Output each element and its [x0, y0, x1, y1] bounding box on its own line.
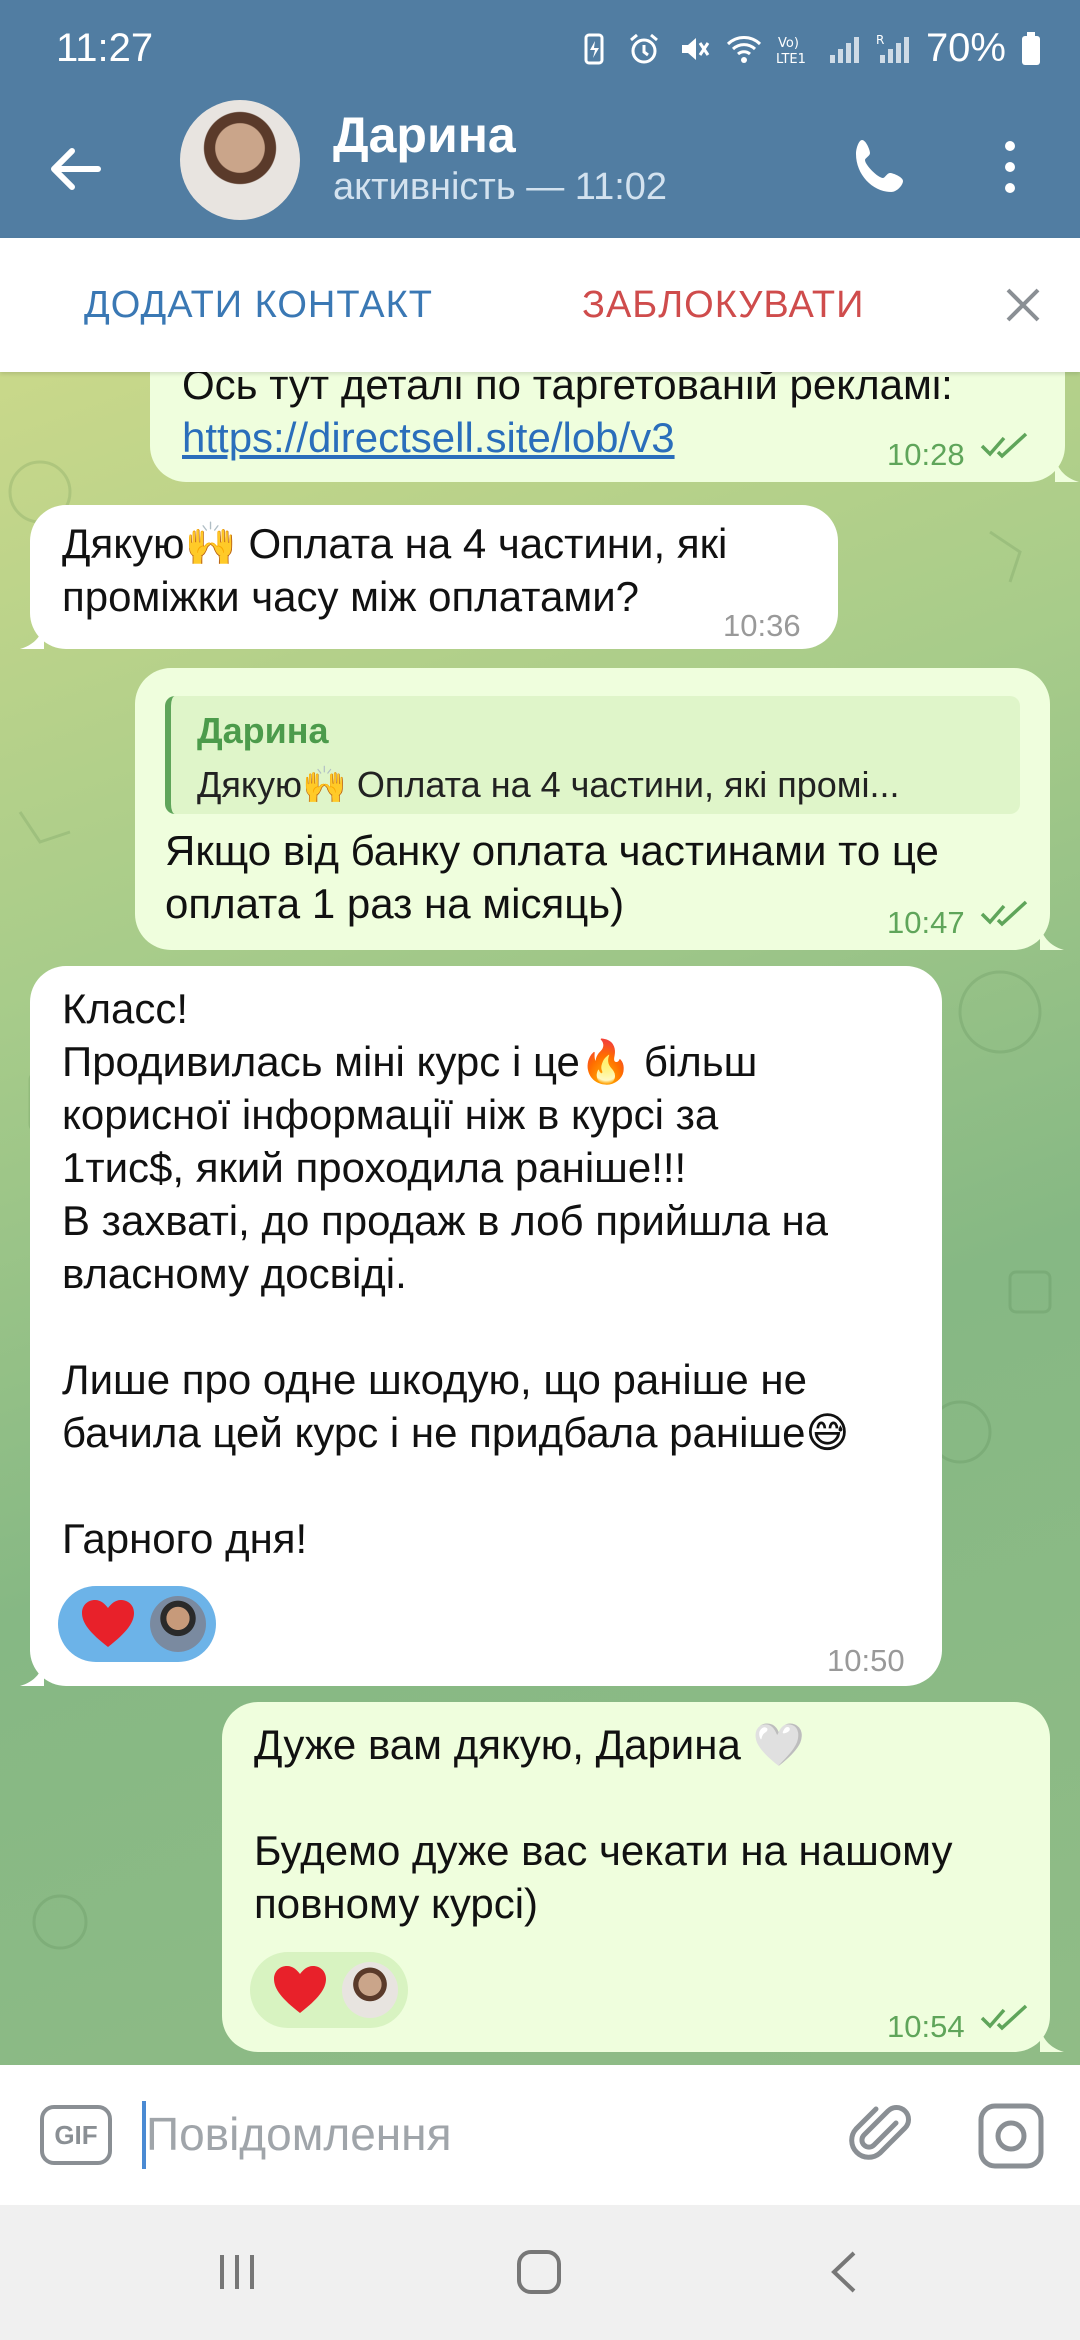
recent-apps-icon[interactable] [214, 2249, 260, 2295]
message-time: 10:54 [887, 2009, 965, 2044]
message-outgoing[interactable]: Дуже вам дякую, Дарина 🤍 Будемо дуже вас… [222, 1702, 1050, 2052]
message-line: бачила цей курс і не придбала раніше😅 [62, 1409, 850, 1456]
message-line: власному досвіді. [62, 1250, 407, 1297]
last-seen: активність — 11:02 [333, 166, 668, 208]
gif-icon[interactable]: GIF [40, 2105, 112, 2165]
status-time: 11:27 [56, 26, 154, 70]
phone-icon[interactable] [840, 128, 920, 208]
status-bar: 11:27 Vo) LTE1 R 70% [0, 0, 1080, 100]
svg-text:Vo): Vo) [778, 36, 799, 51]
bubble-tail [1040, 2022, 1064, 2052]
signal-roaming-icon: R [876, 33, 909, 63]
alarm-icon [629, 33, 658, 63]
quote-text: Дякую🙌 Оплата на 4 частини, які промі... [197, 764, 900, 805]
message-time: 10:47 [887, 905, 965, 940]
message-line: Лише про одне шкодую, що раніше не [62, 1356, 807, 1403]
close-icon[interactable] [1000, 282, 1046, 328]
message-text: Дякую🙌 Оплата на 4 частини, які [62, 520, 728, 567]
message-time: 10:50 [827, 1643, 905, 1678]
contact-avatar[interactable] [180, 100, 300, 220]
heart-icon [274, 1966, 326, 2013]
paperclip-icon[interactable] [844, 2097, 920, 2173]
message-outgoing[interactable]: Дарина Дякую🙌 Оплата на 4 частини, які п… [135, 668, 1050, 950]
message-line: В захваті, до продаж в лоб прийшла на [62, 1197, 829, 1244]
camera-icon[interactable] [976, 2101, 1046, 2171]
battery-percent: 70% [925, 26, 1006, 70]
battery-icon [1022, 31, 1040, 65]
reaction-chip[interactable] [250, 1952, 408, 2028]
system-nav-bar [0, 2205, 1080, 2340]
block-button[interactable]: ЗАБЛОКУВАТИ [582, 284, 864, 327]
message-line: Класс! [62, 985, 188, 1032]
bubble-tail [20, 619, 44, 649]
message-incoming[interactable]: Дякую🙌 Оплата на 4 частини, які проміжки… [30, 505, 838, 649]
chat-area[interactable]: Ось тут деталі по таргетованій рекламі: … [0, 372, 1080, 2065]
message-input-bar: GIF Повідомлення [0, 2065, 1080, 2205]
message-text: Якщо від банку оплата частинами то це [165, 827, 939, 874]
message-line: 1тис$, який проходила раніше!!! [62, 1144, 687, 1191]
chat-header: Дарина активність — 11:02 [0, 100, 1080, 238]
message-line: Гарного дня! [62, 1515, 308, 1562]
reply-quote[interactable]: Дарина Дякую🙌 Оплата на 4 частини, які п… [165, 696, 1020, 814]
bubble-tail [20, 1656, 44, 1686]
status-icons: Vo) LTE1 R 70% [576, 26, 1042, 71]
battery-saver-icon [584, 33, 604, 64]
home-icon[interactable] [514, 2247, 564, 2297]
message-incoming[interactable]: Класс! Продивилась міні курс і це🔥 більш… [30, 966, 942, 1686]
svg-text:LTE1: LTE1 [776, 52, 806, 67]
message-line: корисної інформації ніж в курсі за [62, 1091, 719, 1138]
mute-icon [681, 37, 710, 60]
bubble-tail [1040, 920, 1064, 950]
message-text: оплата 1 раз на місяць) [165, 880, 625, 927]
wifi-icon [726, 35, 761, 63]
reaction-avatar [150, 1596, 206, 1652]
nav-back-icon[interactable] [824, 2247, 864, 2297]
signal-icon [829, 36, 859, 63]
double-check-icon [980, 432, 1028, 459]
message-line: Продивилась міні курс і це🔥 більш [62, 1038, 758, 1085]
bubble-tail [1055, 452, 1079, 482]
reaction-avatar [342, 1962, 398, 2018]
double-check-icon [980, 2004, 1028, 2031]
contact-action-bar: ДОДАТИ КОНТАКТ ЗАБЛОКУВАТИ [0, 238, 1080, 372]
top-bar: 11:27 Vo) LTE1 R 70% Дарина активність — … [0, 0, 1080, 238]
message-text: Ось тут деталі по таргетованій рекламі: [182, 372, 953, 408]
message-outgoing[interactable]: Ось тут деталі по таргетованій рекламі: … [150, 372, 1065, 482]
more-vert-icon[interactable] [990, 132, 1030, 202]
message-input[interactable]: Повідомлення [146, 2107, 452, 2161]
reaction-chip[interactable] [58, 1586, 216, 1662]
volte-icon: Vo)LTE1 [776, 36, 806, 67]
message-text: проміжки часу між оплатами? [62, 573, 640, 620]
message-line: Дуже вам дякую, Дарина 🤍 [254, 1721, 805, 1768]
message-line: повному курсі) [254, 1880, 539, 1927]
back-arrow-icon[interactable] [40, 134, 110, 204]
message-line: Будемо дуже вас чекати на нашому [254, 1827, 953, 1874]
message-link[interactable]: https://directsell.site/lob/v3 [182, 411, 675, 464]
message-time: 10:28 [887, 437, 965, 472]
contact-name[interactable]: Дарина [333, 106, 516, 164]
heart-icon [82, 1600, 134, 1647]
message-time: 10:36 [723, 608, 801, 643]
double-check-icon [980, 900, 1028, 927]
svg-text:R: R [876, 33, 884, 47]
quote-author: Дарина [197, 710, 329, 751]
add-contact-button[interactable]: ДОДАТИ КОНТАКТ [84, 284, 433, 327]
